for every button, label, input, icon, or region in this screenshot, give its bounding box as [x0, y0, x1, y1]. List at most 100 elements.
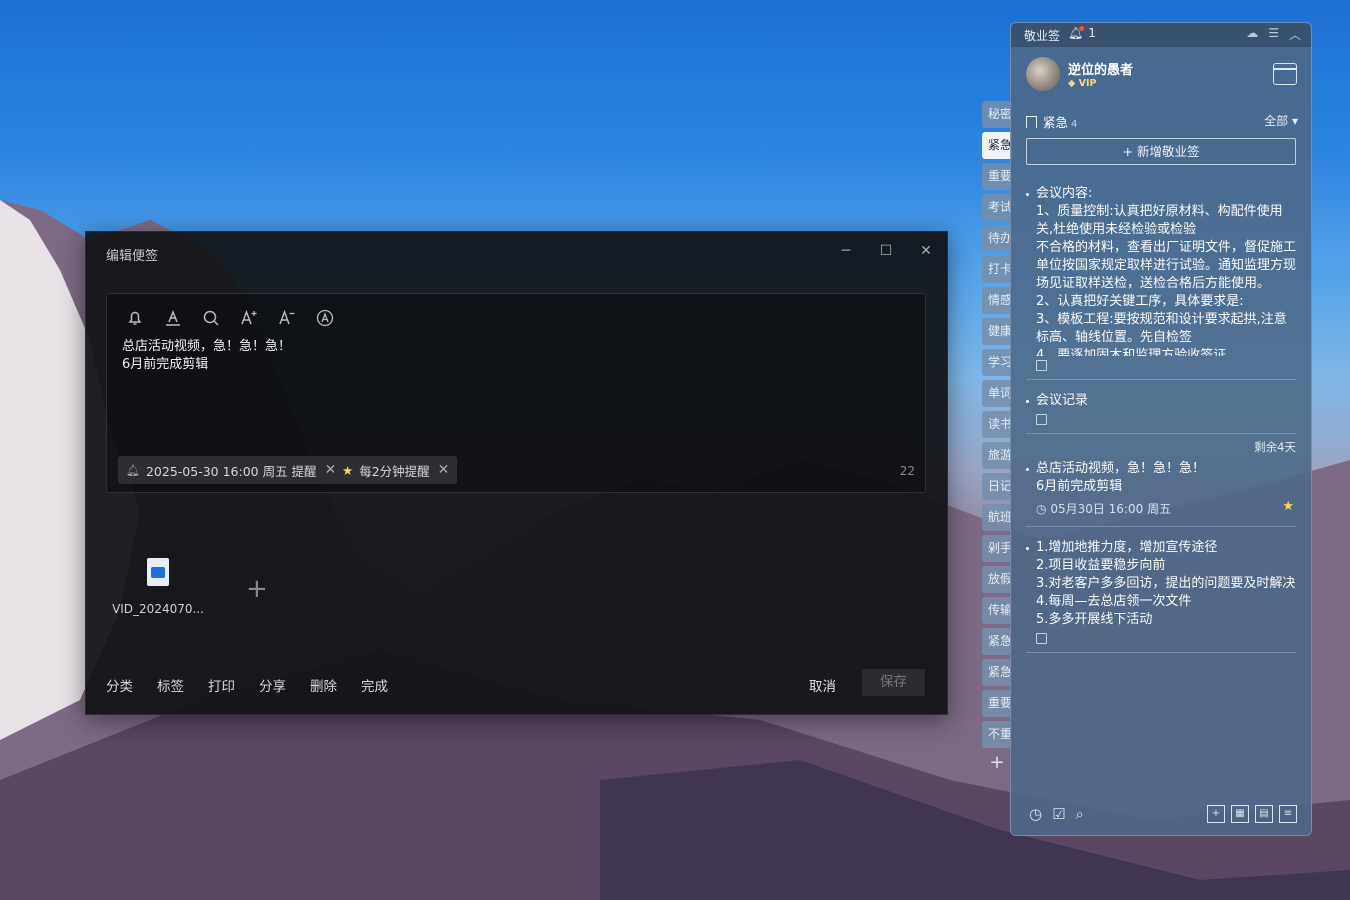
- tab-category[interactable]: 旅游: [982, 442, 1012, 469]
- note-text-editor[interactable]: 总店活动视频，急！急！急！ 6月前完成剪辑: [122, 338, 291, 374]
- char-count: 22: [899, 464, 915, 478]
- tab-category[interactable]: 重要: [982, 163, 1012, 190]
- add-attachment-icon[interactable]: +: [246, 574, 268, 604]
- tab-category[interactable]: 秘密: [982, 101, 1012, 128]
- note-line: 总店活动视频，急！急！急！: [1036, 461, 1206, 476]
- menu-icon[interactable]: ☰: [1268, 26, 1279, 43]
- maximize-icon[interactable]: ☐: [875, 240, 897, 262]
- collapse-icon[interactable]: ︿: [1289, 26, 1301, 43]
- reminder-chip[interactable]: 🔔︎ 2025-05-30 16:00 周五 提醒 ✕: [118, 456, 345, 484]
- header-icons: ☁ ☰ ︿: [1246, 26, 1301, 43]
- avatar[interactable]: [1026, 57, 1060, 91]
- category-tabs: 秘密 紧急 重要 考试 待办 打卡 情感 健康 学习 单词 读书 旅游 日记 航…: [982, 101, 1012, 776]
- font-decrease-icon[interactable]: [275, 306, 299, 330]
- new-note-button[interactable]: + 新增敬业签: [1026, 138, 1296, 165]
- tab-category[interactable]: 考试: [982, 194, 1012, 221]
- video-file-icon: [147, 558, 169, 586]
- attachment-name: VID_2024070...: [112, 602, 204, 616]
- notes-list: 会议内容: 1、质量控制:认真把好原材料、构配件使用关,杜绝使用未经检验或检验 …: [1011, 173, 1311, 793]
- note-line: 4.每周—去总店领一次文件: [1036, 594, 1192, 609]
- tab-category[interactable]: 健康: [982, 318, 1012, 345]
- list-item[interactable]: 会议记录: [1026, 380, 1296, 434]
- format-toolbar: [123, 306, 337, 330]
- tab-category[interactable]: 不重: [982, 721, 1012, 748]
- clock-icon: ◷: [1036, 502, 1047, 516]
- filter-dropdown[interactable]: 全部 ▾: [1264, 112, 1298, 129]
- reminder-time: 05月30日 16:00 周五: [1050, 502, 1172, 516]
- category-count: 4: [1071, 119, 1078, 130]
- reminder-text: 2025-05-30 16:00 周五 提醒: [145, 463, 317, 479]
- auto-format-icon[interactable]: [313, 306, 337, 330]
- repeat-text: 每2分钟提醒: [359, 463, 430, 479]
- note-line: 2、认真把好关键工序，具体要求是:: [1036, 294, 1244, 309]
- tab-category[interactable]: 单词: [982, 380, 1012, 407]
- note-line: 6月前完成剪辑: [1036, 479, 1123, 494]
- app-name: 敬业签: [1024, 29, 1061, 43]
- done-button[interactable]: 完成: [361, 675, 388, 695]
- calendar-icon[interactable]: [1273, 63, 1297, 85]
- delete-button[interactable]: 删除: [310, 675, 337, 695]
- tab-category[interactable]: 紧急: [982, 628, 1012, 655]
- category-button[interactable]: 分类: [106, 675, 133, 695]
- panel-footer: ◷ ☑ ⌕ + ▦ ▤ ≡: [1011, 805, 1311, 829]
- list-item[interactable]: 会议内容: 1、质量控制:认真把好原材料、构配件使用关,杜绝使用未经检验或检验 …: [1026, 173, 1296, 380]
- font-color-icon[interactable]: [161, 306, 185, 330]
- note-line: 3、模板工程:要按规范和设计要求起拱,注意标高、轴线位置。先自检签: [1036, 312, 1287, 345]
- lock-icon: [1036, 414, 1047, 425]
- document-icon[interactable]: ≡: [1279, 805, 1297, 823]
- save-button[interactable]: 保存: [862, 669, 925, 696]
- note-line: 2.项目收益要稳步向前: [1036, 558, 1166, 573]
- attachment-item[interactable]: VID_2024070...: [108, 558, 208, 616]
- window-title: 编辑便签: [106, 249, 159, 264]
- grid-icon[interactable]: ▦: [1231, 805, 1249, 823]
- tag-button[interactable]: 标签: [157, 675, 184, 695]
- notification-bell[interactable]: 🔔︎ 1: [1068, 26, 1096, 40]
- tab-category[interactable]: 紧急: [982, 132, 1012, 159]
- reminder-meta: ◷ 05月30日 16:00 周五: [1036, 500, 1296, 518]
- tab-category[interactable]: 传输: [982, 597, 1012, 624]
- checklist-icon[interactable]: ☑: [1052, 805, 1065, 823]
- tab-category[interactable]: 学习: [982, 349, 1012, 376]
- tab-category[interactable]: 航班: [982, 504, 1012, 531]
- tab-category[interactable]: 情感: [982, 287, 1012, 314]
- clock-icon[interactable]: ◷: [1029, 805, 1042, 823]
- star-icon: ★: [342, 462, 354, 478]
- tab-category[interactable]: 日记: [982, 473, 1012, 500]
- tab-category[interactable]: 打卡: [982, 256, 1012, 283]
- list-item[interactable]: 1.增加地推力度，增加宣传途径 2.项目收益要稳步向前 3.对老客户多多回访，提…: [1026, 527, 1296, 653]
- tab-category[interactable]: 读书: [982, 411, 1012, 438]
- tab-category[interactable]: 重要: [982, 690, 1012, 717]
- tab-category[interactable]: 待办: [982, 225, 1012, 252]
- notification-dot: [1079, 26, 1085, 31]
- add-tab-icon[interactable]: +: [982, 752, 1012, 776]
- filter-label: 全部: [1264, 114, 1289, 128]
- print-icon[interactable]: ▤: [1255, 805, 1273, 823]
- close-icon[interactable]: ✕: [915, 240, 937, 262]
- star-icon[interactable]: ★: [1282, 498, 1294, 516]
- bell-icon: 🔔︎: [126, 463, 140, 477]
- tab-category[interactable]: 紧急: [982, 659, 1012, 686]
- lock-icon: [1036, 633, 1047, 644]
- cloud-sync-icon[interactable]: ☁: [1246, 26, 1258, 43]
- repeat-reminder-chip[interactable]: ★ 每2分钟提醒 ✕: [334, 456, 458, 484]
- note-line: 1、质量控制:认真把好原材料、构配件使用关,杜绝使用未经检验或检验: [1036, 204, 1283, 237]
- tab-category[interactable]: 剁手: [982, 535, 1012, 562]
- search-icon[interactable]: [199, 306, 223, 330]
- diamond-icon: ◆: [1068, 78, 1076, 89]
- remove-repeat-icon[interactable]: ✕: [438, 462, 450, 478]
- add-icon[interactable]: +: [1207, 805, 1225, 823]
- bell-icon[interactable]: [123, 306, 147, 330]
- note-line: 5.多多开展线下活动: [1036, 612, 1153, 627]
- panel-header: 敬业签 🔔︎ 1 ☁ ☰ ︿: [1011, 23, 1311, 47]
- print-button[interactable]: 打印: [208, 675, 235, 695]
- note-line: 4、要逐加固木和监理方验收签证: [1036, 348, 1227, 356]
- search-icon[interactable]: ⌕: [1076, 805, 1084, 823]
- list-item[interactable]: 剩余4天 总店活动视频，急！急！急！ 6月前完成剪辑 ◷ 05月30日 16:0…: [1026, 440, 1296, 527]
- note-line: 会议内容:: [1036, 186, 1093, 201]
- notes-panel: 敬业签 🔔︎ 1 ☁ ☰ ︿ 逆位的愚者 ◆ VIP 紧急 4 全部 ▾ + 新增敬…: [1010, 22, 1312, 836]
- share-button[interactable]: 分享: [259, 675, 286, 695]
- cancel-button[interactable]: 取消: [809, 675, 836, 695]
- minimize-icon[interactable]: ─: [835, 240, 857, 262]
- font-increase-icon[interactable]: [237, 306, 261, 330]
- tab-category[interactable]: 放假: [982, 566, 1012, 593]
